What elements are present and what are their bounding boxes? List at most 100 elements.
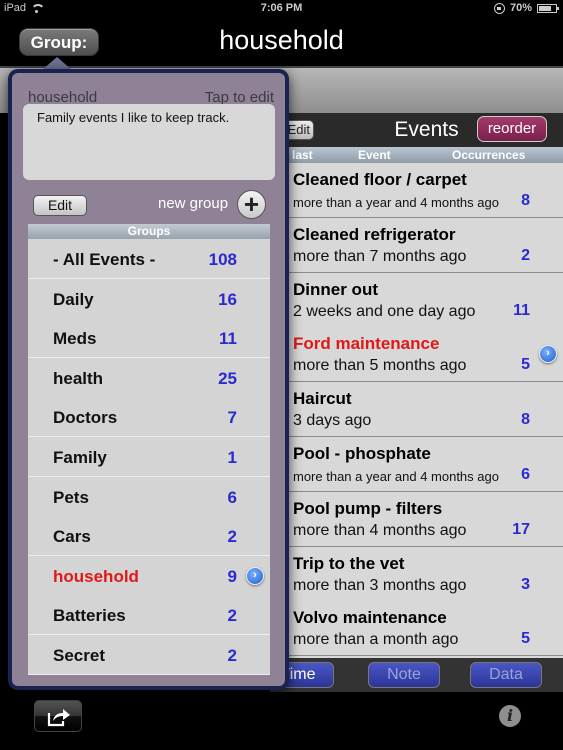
event-occurrence-count: 11 bbox=[513, 301, 530, 319]
info-icon[interactable]: i bbox=[499, 705, 521, 727]
rotation-lock-icon bbox=[493, 2, 505, 14]
reorder-button[interactable]: reorder bbox=[477, 116, 547, 142]
event-row[interactable]: Haircut 3 days ago 8 bbox=[270, 382, 563, 438]
event-last-occurrence: 3 days ago bbox=[293, 412, 372, 430]
event-last-occurrence: more than 7 months ago bbox=[293, 247, 467, 265]
group-name: Family bbox=[53, 448, 107, 467]
group-row[interactable]: Secret 2 bbox=[28, 635, 270, 675]
event-occurrence-count: 3 bbox=[521, 575, 530, 593]
group-row[interactable]: Family 1 bbox=[28, 437, 270, 477]
group-row[interactable]: Meds 11 bbox=[28, 318, 270, 359]
group-row[interactable]: Cars 2 bbox=[28, 516, 270, 557]
group-name: Meds bbox=[53, 329, 97, 349]
group-row[interactable]: health 25 bbox=[28, 357, 270, 398]
group-count: 108 bbox=[208, 250, 237, 269]
status-right: 70% bbox=[493, 2, 559, 14]
group-name: Pets bbox=[53, 487, 89, 507]
group-name: Secret bbox=[53, 646, 105, 665]
event-last-occurrence: more than 4 months ago bbox=[293, 521, 467, 539]
event-occurrence-count: 5 bbox=[521, 630, 530, 648]
event-occurrence-count: 6 bbox=[521, 466, 530, 483]
events-header: Edit Events reorder bbox=[270, 113, 563, 147]
event-name: Cleaned refrigerator bbox=[293, 224, 456, 244]
event-row[interactable]: Pool - phosphate more than a year and 4 m… bbox=[270, 437, 563, 492]
group-count: 2 bbox=[227, 527, 237, 547]
status-time: 7:06 PM bbox=[260, 2, 303, 14]
group-name: health bbox=[53, 368, 104, 388]
group-row[interactable]: - All Events - 108 bbox=[28, 239, 270, 279]
event-name: Ford maintenance bbox=[293, 334, 440, 354]
event-name: Haircut bbox=[293, 389, 352, 409]
group-count: 16 bbox=[218, 289, 237, 309]
group-row[interactable]: Batteries 2 bbox=[28, 595, 270, 636]
group-row[interactable]: Pets 6 bbox=[28, 476, 270, 517]
group-name: - All Events - bbox=[53, 250, 156, 269]
groups-header: Groups bbox=[28, 224, 270, 239]
event-row[interactable]: Cleaned floor / carpet more than a year a… bbox=[270, 163, 563, 218]
event-occurrence-count: 8 bbox=[521, 192, 530, 209]
battery-percent: 70% bbox=[509, 2, 532, 14]
event-last-occurrence: more than a month ago bbox=[293, 631, 459, 649]
group-name: Batteries bbox=[53, 606, 126, 626]
events-column-header: last Event Occurrences bbox=[270, 147, 563, 163]
note-button[interactable]: Note bbox=[368, 662, 440, 688]
group-row[interactable]: household 9 › bbox=[28, 555, 270, 596]
disclosure-chevron-icon[interactable]: › bbox=[539, 345, 557, 364]
event-name: Dinner out bbox=[293, 279, 378, 299]
battery-icon bbox=[537, 3, 559, 13]
event-occurrence-count: 8 bbox=[521, 411, 530, 429]
popover-content: household Tap to edit Family events I li… bbox=[12, 73, 285, 686]
share-button[interactable] bbox=[34, 700, 82, 732]
nav-bar: Group: household bbox=[0, 18, 563, 66]
event-row[interactable]: Dinner out 2 weeks and one day ago 11 bbox=[270, 272, 563, 328]
disclosure-chevron-icon[interactable]: › bbox=[246, 566, 264, 585]
group-count: 9 bbox=[227, 566, 237, 586]
status-bar: iPad 7:06 PM 70% bbox=[0, 0, 563, 18]
event-last-occurrence: 2 weeks and one day ago bbox=[293, 302, 476, 320]
group-name: Doctors bbox=[53, 408, 118, 428]
event-row[interactable]: Trip to the vet more than 3 months ago 3 bbox=[270, 546, 563, 602]
event-name: Volvo maintenance bbox=[293, 608, 447, 628]
event-last-occurrence: more than 3 months ago bbox=[293, 576, 467, 594]
group-popover: household Tap to edit Family events I li… bbox=[8, 69, 289, 690]
group-count: 1 bbox=[227, 448, 237, 467]
group-count: 7 bbox=[227, 408, 237, 428]
group-count: 11 bbox=[219, 329, 237, 349]
event-row[interactable]: Cleaned refrigerator more than 7 months a… bbox=[270, 217, 563, 273]
group-count: 2 bbox=[227, 606, 237, 626]
group-name: Daily bbox=[53, 289, 94, 309]
group-row[interactable]: Doctors 7 bbox=[28, 397, 270, 438]
groups-list: - All Events -108 Daily 16 Meds 11 health 25 Do… bbox=[28, 239, 270, 675]
event-row[interactable]: Volvo maintenance more than a month ago 5 bbox=[270, 601, 563, 657]
group-count: 2 bbox=[227, 646, 237, 665]
column-event[interactable]: Event bbox=[358, 148, 391, 162]
data-button[interactable]: Data bbox=[470, 662, 542, 688]
event-last-occurrence: more than a year and 4 months ago bbox=[293, 469, 499, 484]
event-name: Cleaned floor / carpet bbox=[293, 170, 467, 189]
bottom-bar: i bbox=[0, 692, 563, 750]
share-icon bbox=[47, 709, 70, 727]
column-occurrences[interactable]: Occurrences bbox=[452, 148, 525, 162]
event-occurrence-count: 5 bbox=[521, 356, 530, 374]
event-occurrence-count: 2 bbox=[521, 246, 530, 264]
event-name: Trip to the vet bbox=[293, 553, 405, 573]
event-last-occurrence: more than 5 months ago bbox=[293, 357, 467, 375]
events-toolbar: Time Note Data bbox=[262, 658, 563, 692]
event-name: Pool pump - filters bbox=[293, 498, 443, 518]
group-note-field[interactable]: Family events I like to keep track. bbox=[23, 104, 275, 180]
event-row[interactable]: Ford maintenance more than 5 months ago 5 › bbox=[270, 327, 563, 383]
group-count: 6 bbox=[227, 487, 237, 507]
column-last[interactable]: last bbox=[292, 148, 313, 162]
group-name: household bbox=[53, 566, 139, 586]
event-last-occurrence: more than a year and 4 months ago bbox=[293, 195, 499, 210]
group-count: 25 bbox=[218, 368, 237, 388]
add-group-icon[interactable]: + bbox=[237, 190, 266, 219]
page-title: household bbox=[219, 25, 344, 55]
event-row[interactable]: Pool pump - filters more than 4 months ag… bbox=[270, 491, 563, 547]
event-occurrence-count: 17 bbox=[512, 520, 530, 538]
new-group-label[interactable]: new group bbox=[158, 195, 228, 212]
event-name: Pool - phosphate bbox=[293, 444, 431, 463]
events-list: Cleaned floor / carpet more than a year a… bbox=[270, 163, 563, 658]
group-row[interactable]: Daily 16 bbox=[28, 278, 270, 319]
groups-edit-button[interactable]: Edit bbox=[33, 195, 87, 216]
